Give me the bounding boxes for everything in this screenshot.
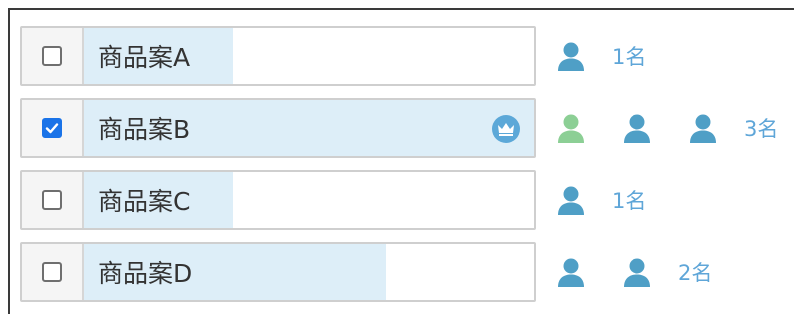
option-checkbox[interactable] xyxy=(42,46,62,66)
checkbox-cell[interactable] xyxy=(22,244,84,300)
voters-area: 1名 xyxy=(554,26,646,86)
voter-avatar-icon[interactable] xyxy=(554,39,588,73)
option-label: 商品案B xyxy=(98,115,191,144)
option-item[interactable]: 商品案A xyxy=(20,26,536,86)
voters-area: 3名 xyxy=(554,98,778,158)
option-checkbox[interactable] xyxy=(42,190,62,210)
voter-avatar-icon[interactable] xyxy=(554,111,588,145)
vote-count: 2名 xyxy=(678,261,713,285)
voter-avatar-icon[interactable] xyxy=(554,183,588,217)
option-item[interactable]: 商品案C xyxy=(20,170,536,230)
poll-row: 商品案C 1名 xyxy=(20,170,794,230)
vote-count: 1名 xyxy=(612,189,647,213)
option-checkbox[interactable] xyxy=(42,262,62,282)
checkbox-cell[interactable] xyxy=(22,172,84,228)
voter-avatar-icon[interactable] xyxy=(620,111,654,145)
option-checkbox[interactable] xyxy=(42,118,62,138)
option-item[interactable]: 商品案B xyxy=(20,98,536,158)
checkbox-cell[interactable] xyxy=(22,100,84,156)
voter-avatar-icon[interactable] xyxy=(686,111,720,145)
voter-avatar-icon[interactable] xyxy=(554,255,588,289)
poll-row: 商品案A 1名 xyxy=(20,26,794,86)
option-label: 商品案D xyxy=(98,259,193,288)
option-item[interactable]: 商品案D xyxy=(20,242,536,302)
option-label: 商品案C xyxy=(98,187,191,216)
voters-area: 2名 xyxy=(554,242,712,302)
option-label: 商品案A xyxy=(98,43,191,72)
vote-count: 3名 xyxy=(744,117,779,141)
voters-area: 1名 xyxy=(554,170,646,230)
crown-icon xyxy=(492,115,520,143)
option-label-cell[interactable]: 商品案B xyxy=(84,100,534,156)
option-label-cell[interactable]: 商品案A xyxy=(84,28,534,84)
poll-row: 商品案D 2名 xyxy=(20,242,794,302)
checkbox-cell[interactable] xyxy=(22,28,84,84)
option-label-cell[interactable]: 商品案D xyxy=(84,244,534,300)
vote-count: 1名 xyxy=(612,45,647,69)
option-label-cell[interactable]: 商品案C xyxy=(84,172,534,228)
poll-row: 商品案B 3名 xyxy=(20,98,794,158)
voter-avatar-icon[interactable] xyxy=(620,255,654,289)
